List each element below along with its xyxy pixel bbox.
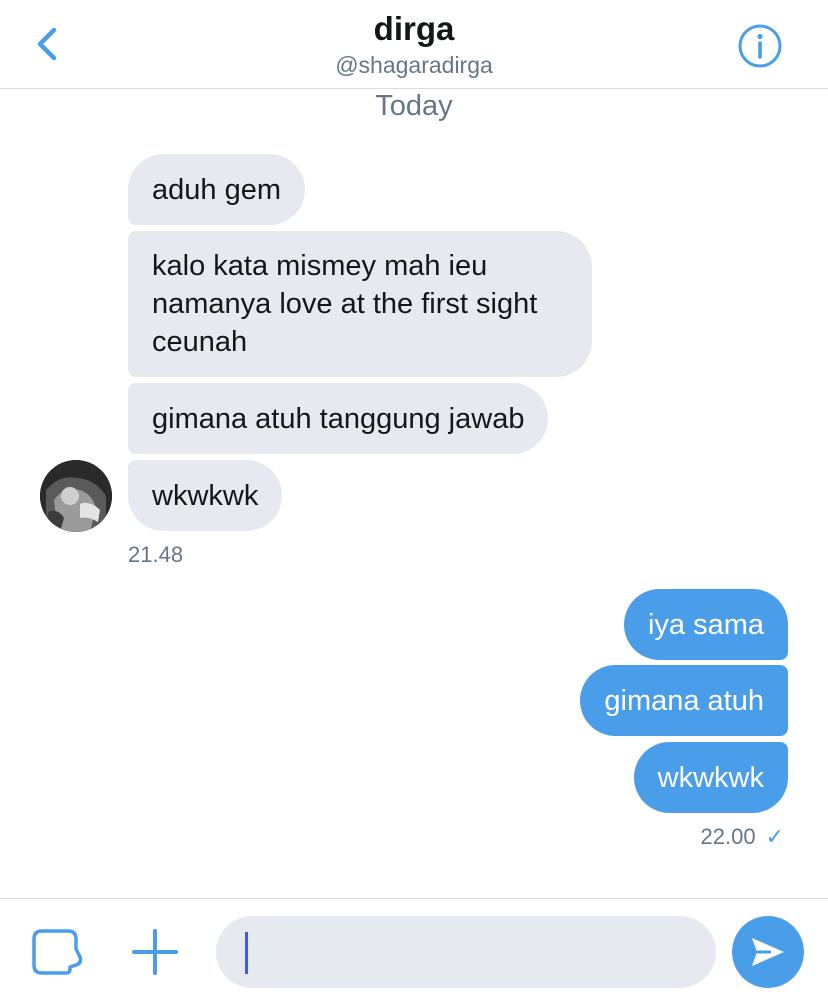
- send-icon: [752, 938, 784, 966]
- info-button[interactable]: [737, 23, 783, 69]
- incoming-message[interactable]: kalo kata mismey mah ieu namanya love at…: [128, 231, 592, 377]
- incoming-message[interactable]: aduh gem: [128, 154, 305, 225]
- info-icon: [738, 24, 782, 68]
- media-button[interactable]: [30, 927, 88, 977]
- message-input[interactable]: [216, 916, 716, 988]
- contact-name: dirga: [373, 10, 455, 47]
- outgoing-message[interactable]: gimana atuh: [580, 665, 788, 736]
- media-icon: [32, 929, 83, 975]
- incoming-message[interactable]: gimana atuh tanggung jawab: [128, 383, 549, 454]
- text-caret: [245, 932, 248, 974]
- outgoing-message[interactable]: iya sama: [623, 589, 788, 660]
- message-text: kalo kata mismey mah ieu namanya love at…: [152, 250, 538, 358]
- incoming-message[interactable]: wkwkwk: [128, 460, 283, 531]
- outgoing-timestamp: 22.00: [700, 824, 756, 849]
- outgoing-message[interactable]: wkwkwk: [633, 742, 788, 813]
- send-button[interactable]: [732, 916, 804, 988]
- sent-check-icon: ✓: [765, 824, 784, 849]
- avatar-photo: [40, 460, 112, 532]
- message-composer: [0, 898, 828, 1004]
- day-separator: Today: [375, 90, 453, 122]
- add-button[interactable]: [128, 925, 182, 979]
- contact-handle: @shagaradirga: [335, 52, 493, 78]
- plus-icon: [132, 929, 178, 975]
- avatar[interactable]: [40, 460, 112, 532]
- outgoing-timestamp-row: 22.00 ✓: [701, 824, 785, 850]
- incoming-timestamp: 21.48: [128, 542, 184, 567]
- conversation-header: dirga @shagaradirga: [0, 0, 828, 89]
